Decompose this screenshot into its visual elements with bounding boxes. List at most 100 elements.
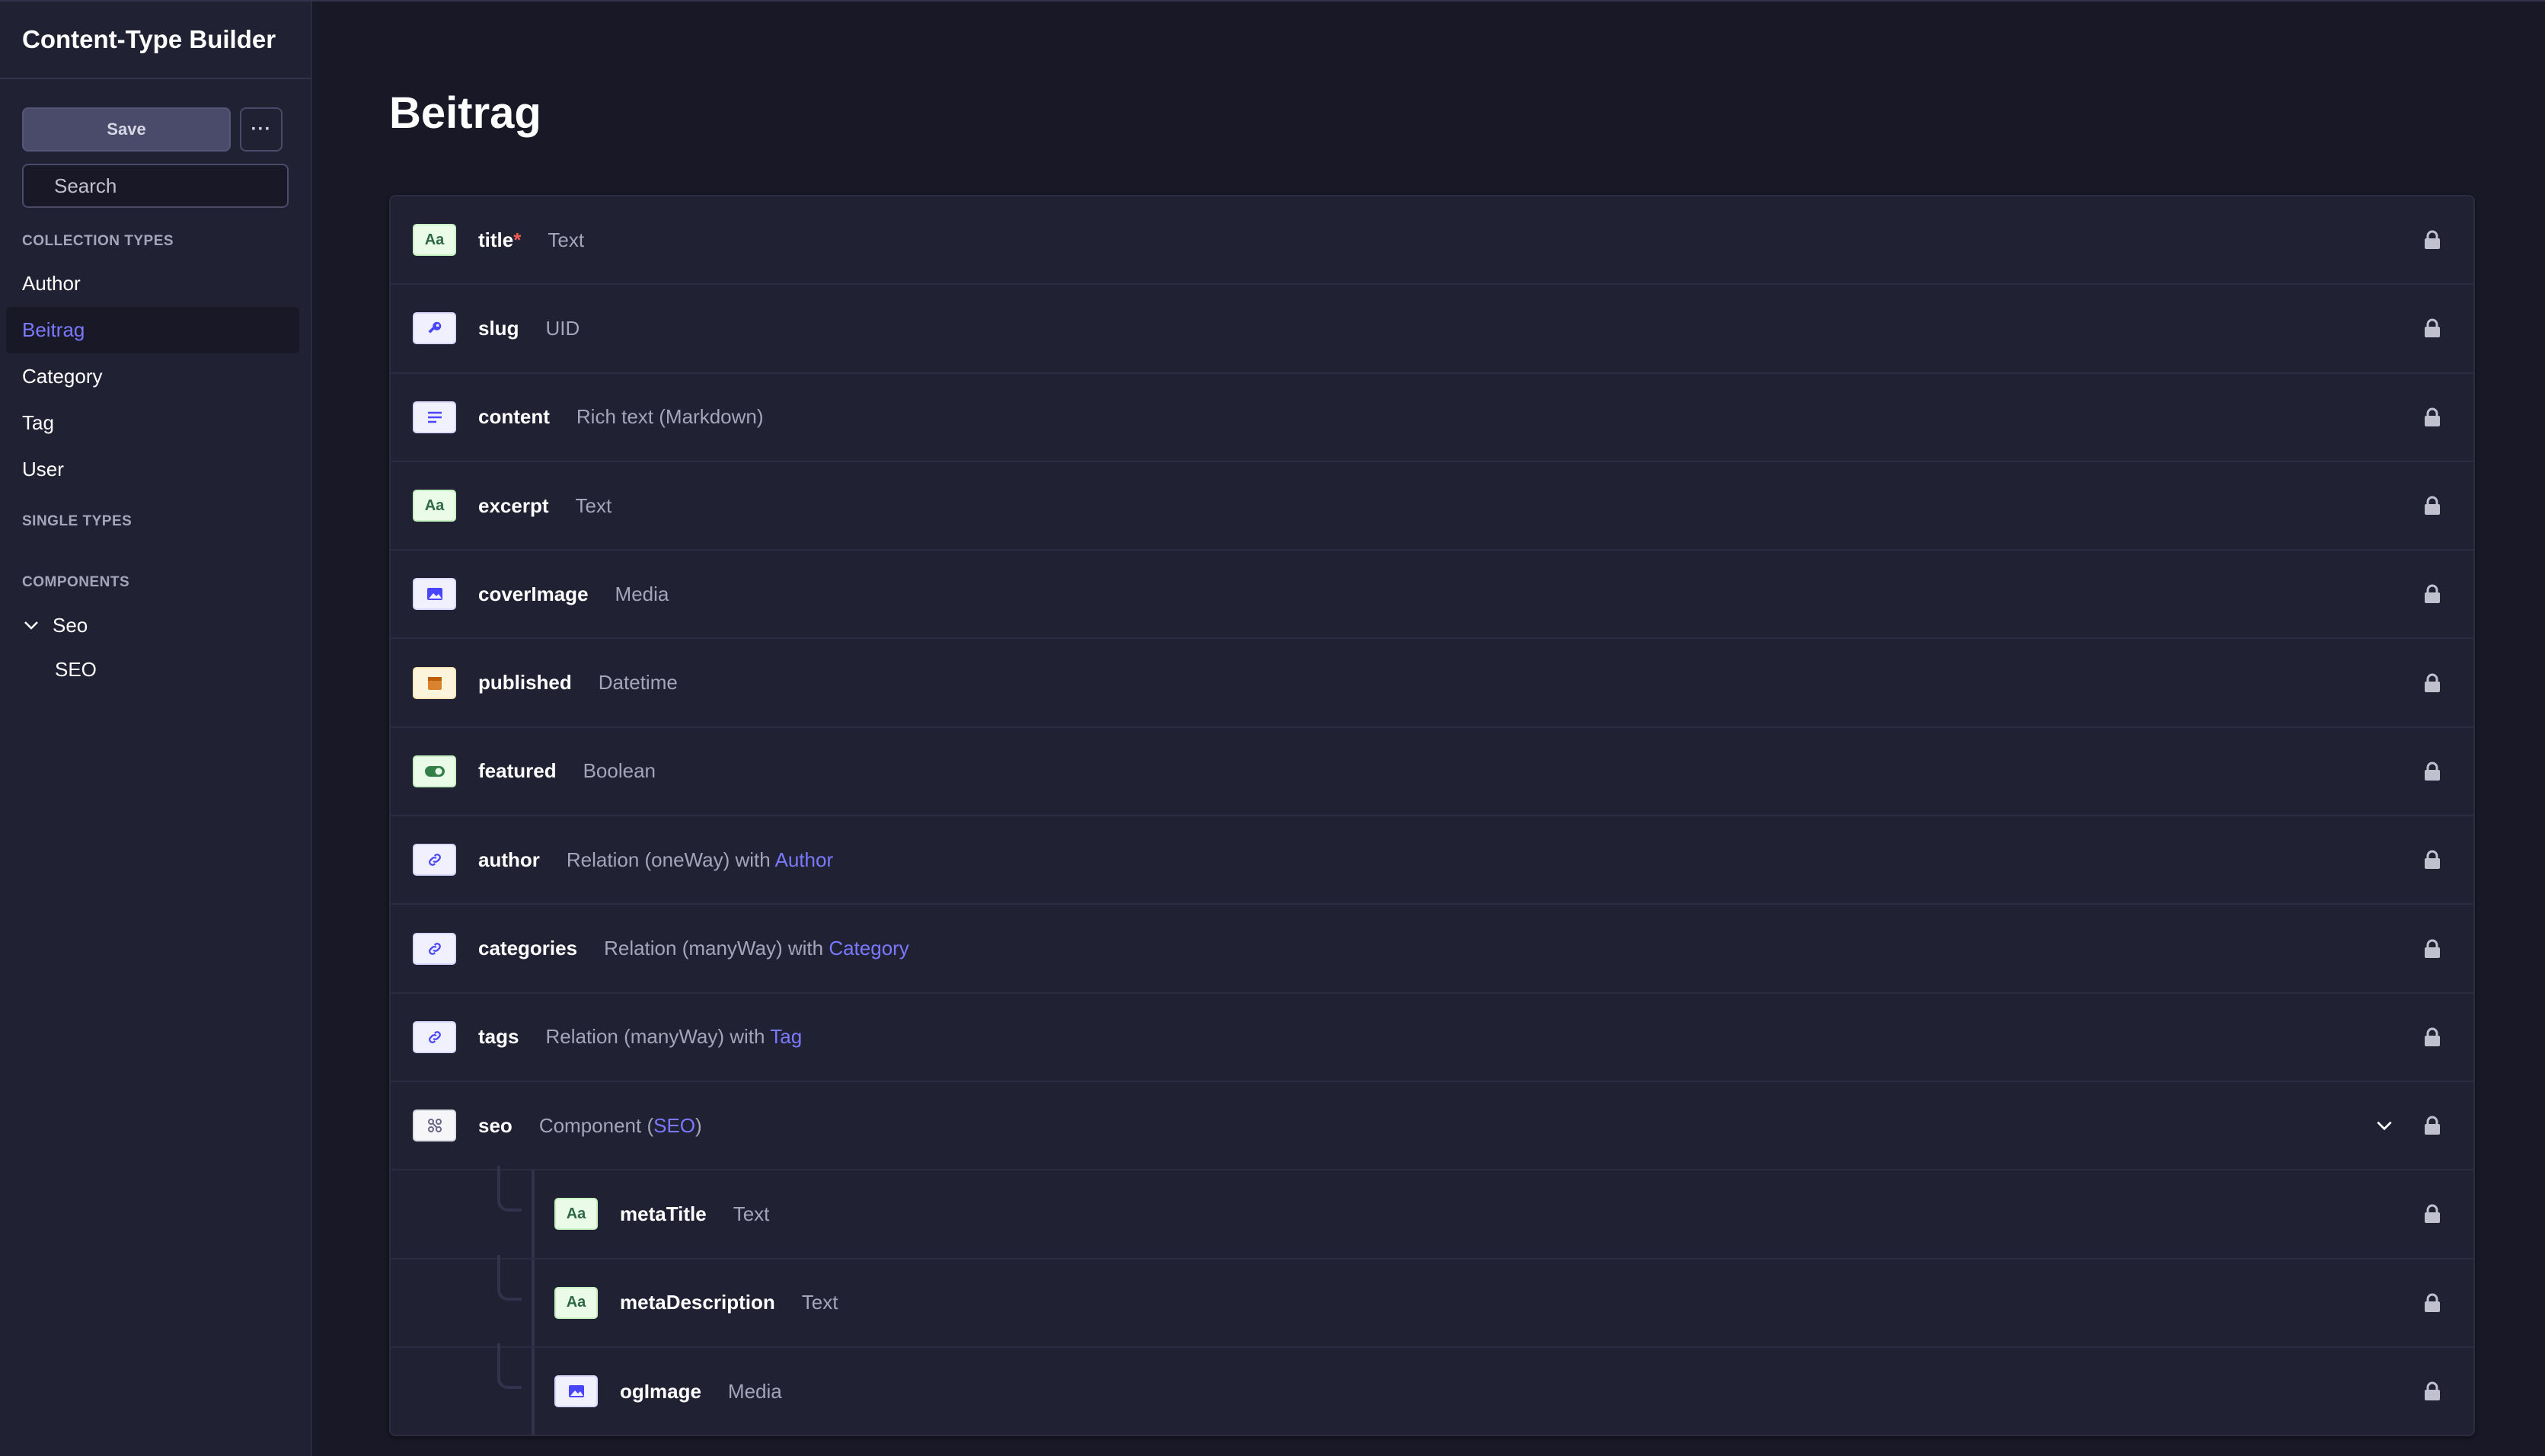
page-title: Beitrag xyxy=(389,88,541,138)
field-name: published xyxy=(478,671,572,694)
field-type: Media xyxy=(615,582,669,605)
chevron-down-icon xyxy=(24,621,38,630)
sidebar-item-category[interactable]: Category xyxy=(6,353,299,400)
field-name: content xyxy=(478,405,550,429)
sidebar-header: Content-Type Builder xyxy=(0,2,311,79)
relation-target-link[interactable]: Author xyxy=(775,848,834,871)
more-actions-button[interactable]: ··· xyxy=(240,107,283,152)
sidebar: Content-Type Builder Save ··· COLLECTION… xyxy=(0,2,312,1456)
fields-list: Aa title* Text slug UID content Rich tex… xyxy=(389,195,2475,1436)
field-name: slug xyxy=(478,316,519,340)
relation-icon xyxy=(413,932,456,965)
lock-icon xyxy=(2425,230,2440,250)
boolean-icon xyxy=(413,755,456,787)
lock-icon xyxy=(2425,407,2440,426)
field-row-slug[interactable]: slug UID xyxy=(391,285,2473,374)
field-type: Text xyxy=(575,493,612,517)
component-target-link[interactable]: SEO xyxy=(653,1114,695,1137)
media-icon xyxy=(554,1375,598,1407)
field-name: ogImage xyxy=(620,1379,701,1403)
component-group-seo[interactable]: Seo xyxy=(0,603,311,647)
lock-icon xyxy=(2425,1027,2440,1046)
field-name: seo xyxy=(478,1113,513,1137)
field-row-ogimage[interactable]: ogImage Media xyxy=(391,1343,2473,1435)
field-name: categories xyxy=(478,937,578,960)
field-row-content[interactable]: content Rich text (Markdown) xyxy=(391,374,2473,462)
relation-target-link[interactable]: Category xyxy=(829,937,909,959)
field-type: Relation (manyWay) with Tag xyxy=(545,1025,803,1049)
sidebar-item-author[interactable]: Author xyxy=(6,260,299,307)
lock-icon xyxy=(2425,850,2440,870)
tree-branch xyxy=(497,1343,522,1389)
field-row-tags[interactable]: tags Relation (manyWay) with Tag xyxy=(391,994,2473,1082)
field-name: title* xyxy=(478,228,522,251)
search-input[interactable] xyxy=(54,174,309,198)
chevron-down-icon[interactable] xyxy=(2374,1116,2394,1135)
media-icon xyxy=(413,578,456,611)
field-name: excerpt xyxy=(478,493,549,517)
lock-icon xyxy=(2425,496,2440,516)
component-icon xyxy=(413,1110,456,1142)
field-row-title[interactable]: Aa title* Text xyxy=(391,196,2473,286)
sidebar-actions: Save ··· xyxy=(0,79,311,152)
lock-icon xyxy=(2425,584,2440,604)
field-type: Text xyxy=(548,228,585,251)
field-row-categories[interactable]: categories Relation (manyWay) with Categ… xyxy=(391,905,2473,994)
sidebar-title: Content-Type Builder xyxy=(22,25,276,53)
sidebar-item-seo-component[interactable]: SEO xyxy=(0,647,311,691)
field-row-author[interactable]: author Relation (oneWay) with Author xyxy=(391,816,2473,905)
lock-icon xyxy=(2425,762,2440,781)
lock-icon xyxy=(2425,673,2440,692)
richtext-icon xyxy=(413,401,456,433)
save-button[interactable]: Save xyxy=(22,107,231,152)
field-name: metaDescription xyxy=(620,1291,775,1314)
tree-branch xyxy=(497,1254,522,1301)
field-row-excerpt[interactable]: Aa excerpt Text xyxy=(391,462,2473,551)
field-row-featured[interactable]: featured Boolean xyxy=(391,728,2473,817)
text-icon: Aa xyxy=(413,224,456,257)
collection-types-heading: COLLECTION TYPES xyxy=(22,233,174,249)
field-name: author xyxy=(478,848,540,871)
text-icon: Aa xyxy=(413,490,456,522)
uid-icon xyxy=(413,312,456,345)
field-name: coverImage xyxy=(478,582,589,605)
relation-icon xyxy=(413,1020,456,1053)
field-type: Text xyxy=(733,1202,770,1225)
required-marker: * xyxy=(513,228,522,251)
field-type: UID xyxy=(545,316,580,340)
lock-icon xyxy=(2425,1381,2440,1400)
field-name: metaTitle xyxy=(620,1202,707,1225)
field-row-coverimage[interactable]: coverImage Media xyxy=(391,551,2473,640)
field-type: Rich text (Markdown) xyxy=(576,405,764,429)
single-types-heading: SINGLE TYPES xyxy=(22,513,133,529)
lock-icon xyxy=(2425,1116,2440,1135)
field-row-metadescription[interactable]: Aa metaDescription Text xyxy=(391,1254,2473,1348)
search-box xyxy=(22,164,309,208)
field-type: Text xyxy=(801,1291,838,1314)
field-type: Component (SEO) xyxy=(538,1113,702,1137)
main-content: Beitrag Aa title* Text slug UID content … xyxy=(312,2,2545,1456)
sidebar-item-beitrag[interactable]: Beitrag xyxy=(6,307,299,353)
sidebar-item-user[interactable]: User xyxy=(6,446,299,493)
text-icon: Aa xyxy=(554,1286,598,1319)
field-type: Relation (manyWay) with Category xyxy=(604,937,909,960)
date-icon xyxy=(413,666,456,699)
sidebar-item-tag[interactable]: Tag xyxy=(6,400,299,446)
relation-target-link[interactable]: Tag xyxy=(770,1025,802,1048)
field-row-metatitle[interactable]: Aa metaTitle Text xyxy=(391,1166,2473,1260)
app: Content-Type Builder Save ··· COLLECTION… xyxy=(0,0,2545,1456)
lock-icon xyxy=(2425,1204,2440,1224)
lock-icon xyxy=(2425,318,2440,338)
field-name: featured xyxy=(478,759,557,783)
text-icon: Aa xyxy=(554,1198,598,1231)
field-name: tags xyxy=(478,1025,519,1049)
field-type: Media xyxy=(727,1379,782,1403)
field-type: Boolean xyxy=(583,759,656,783)
field-row-seo[interactable]: seo Component (SEO) xyxy=(391,1082,2473,1171)
lock-icon xyxy=(2425,939,2440,958)
field-type: Datetime xyxy=(598,671,678,694)
field-row-published[interactable]: published Datetime xyxy=(391,639,2473,728)
field-type: Relation (oneWay) with Author xyxy=(566,848,834,871)
components-heading: COMPONENTS xyxy=(22,574,130,590)
tree-branch xyxy=(497,1166,522,1212)
